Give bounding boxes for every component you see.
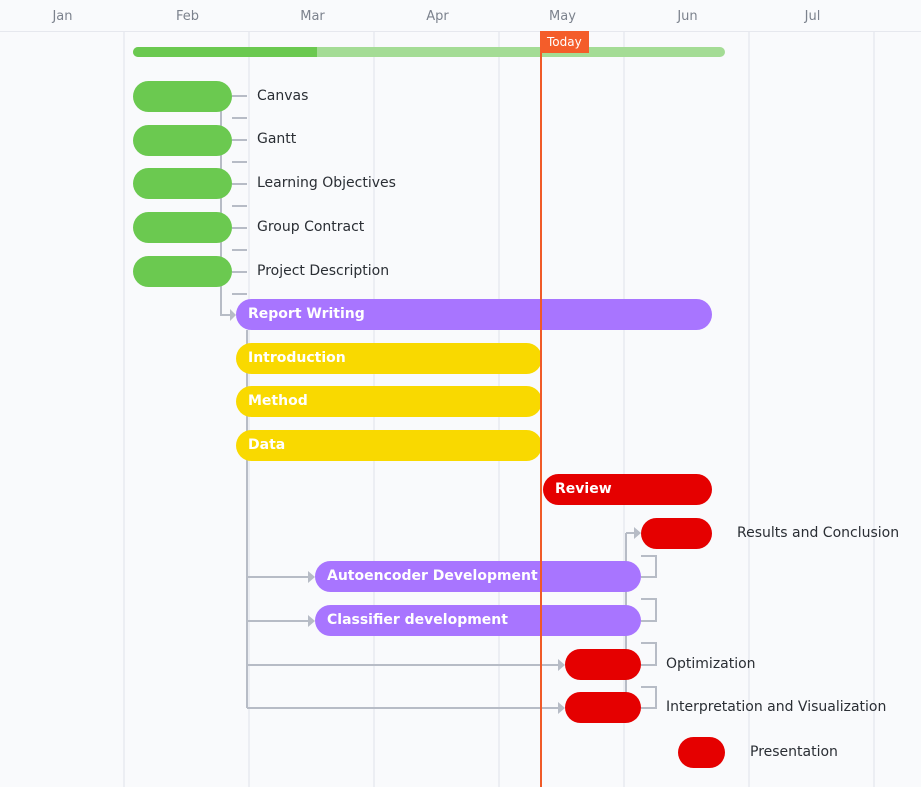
task-label-learning-objectives: Learning Objectives xyxy=(257,175,396,191)
task-bar-review[interactable]: Review xyxy=(543,474,712,505)
task-bar-learning-objectives[interactable] xyxy=(133,168,232,199)
task-bar-data[interactable]: Data xyxy=(236,430,542,461)
task-label-results-and-conclusion: Results and Conclusion xyxy=(737,525,900,541)
task-bar-optimization[interactable] xyxy=(565,649,641,680)
task-label-group-contract: Group Contract xyxy=(257,219,365,235)
task-bar-project-description[interactable] xyxy=(133,256,232,287)
task-label-optimization: Optimization xyxy=(666,656,756,672)
task-label-gantt: Gantt xyxy=(257,131,297,147)
task-bar-autoencoder-development[interactable]: Autoencoder Development xyxy=(315,561,641,592)
task-bar-method[interactable]: Method xyxy=(236,386,542,417)
task-label-interpretation-and-visualization: Interpretation and Visualization xyxy=(666,699,887,715)
task-bar-classifier-development[interactable]: Classifier development xyxy=(315,605,641,636)
task-label-presentation: Presentation xyxy=(750,744,838,760)
task-bar-canvas[interactable] xyxy=(133,81,232,112)
today-badge: Today xyxy=(540,31,589,53)
task-bar-group-contract[interactable] xyxy=(133,212,232,243)
today-marker-line xyxy=(540,31,542,787)
task-bar-introduction[interactable]: Introduction xyxy=(236,343,542,374)
task-bar-report-writing[interactable]: Report Writing xyxy=(236,299,712,330)
task-bar-gantt[interactable] xyxy=(133,125,232,156)
task-label-canvas: Canvas xyxy=(257,88,309,104)
task-bar-results-and-conclusion[interactable] xyxy=(641,518,712,549)
task-label-project-description: Project Description xyxy=(257,263,390,279)
task-bar-presentation[interactable] xyxy=(678,737,725,768)
task-bar-interpretation-and-visualization[interactable] xyxy=(565,692,641,723)
